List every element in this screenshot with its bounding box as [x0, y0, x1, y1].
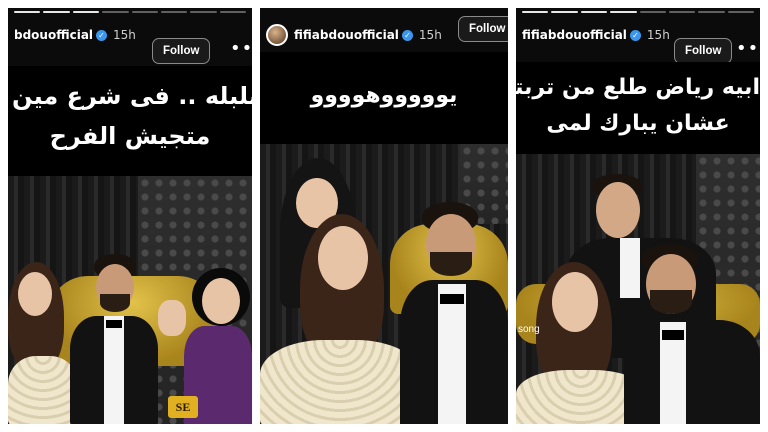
story-panel-3: fifiabdouofficial✓15h Follow ••• ابيه ري…	[516, 8, 760, 424]
caption-line-2: عشان يبارك لمى	[546, 111, 730, 136]
follow-button[interactable]: Follow	[674, 38, 733, 64]
timestamp: 15h	[418, 28, 442, 42]
timestamp: 15h	[646, 28, 670, 42]
story-panel-1: bdouofficial✓15h Follow ••• فين بلبله ..…	[8, 8, 252, 424]
username-label[interactable]: bdouofficial ✓ 15h	[14, 28, 136, 42]
story-photo: SE	[8, 176, 252, 424]
story-caption: يوووووهوووو	[260, 52, 508, 144]
verified-badge-icon: ✓	[401, 30, 413, 41]
username-label[interactable]: fifiabdouofficial ✓ 15h	[294, 28, 442, 42]
verified-badge-icon: ✓	[96, 30, 108, 41]
username-label[interactable]: fifiabdouofficial ✓ 15h	[522, 28, 670, 42]
caption-line-1: فين بلبله .. فى شرع مين	[12, 82, 252, 110]
story-photo	[260, 144, 508, 424]
follow-button[interactable]: Follow	[458, 16, 508, 42]
story-photo: song	[516, 154, 760, 424]
channel-watermark-logo: SE	[168, 396, 198, 418]
caption-line-1: ابيه رياض طلع من تربته	[516, 75, 760, 100]
story-progress-bar	[14, 11, 246, 13]
caption-line-1: يوووووهوووو	[310, 83, 458, 108]
story-header: fifiabdouofficial✓15h Follow •••	[516, 18, 760, 66]
verified-badge-icon: ✓	[629, 30, 641, 41]
caption-line-2: متجيش الفرح	[49, 122, 211, 150]
story-caption: ابيه رياض طلع من تربته عشان يبارك لمى	[516, 62, 760, 154]
more-options-icon[interactable]: •••	[736, 38, 760, 59]
timestamp: 15h	[113, 28, 136, 42]
music-sticker-label[interactable]: song	[518, 324, 540, 335]
story-caption: فين بلبله .. فى شرع مين متجيش الفرح	[8, 66, 252, 176]
story-panel-2: fifiabdouofficial ✓ 15h Follow يوووووهوووو	[260, 8, 508, 424]
story-progress-bar	[522, 11, 754, 13]
avatar[interactable]	[266, 24, 288, 46]
story-header: bdouofficial✓15h Follow •••	[8, 18, 252, 66]
more-options-icon[interactable]: •••	[230, 38, 252, 59]
follow-button[interactable]: Follow	[152, 38, 211, 64]
